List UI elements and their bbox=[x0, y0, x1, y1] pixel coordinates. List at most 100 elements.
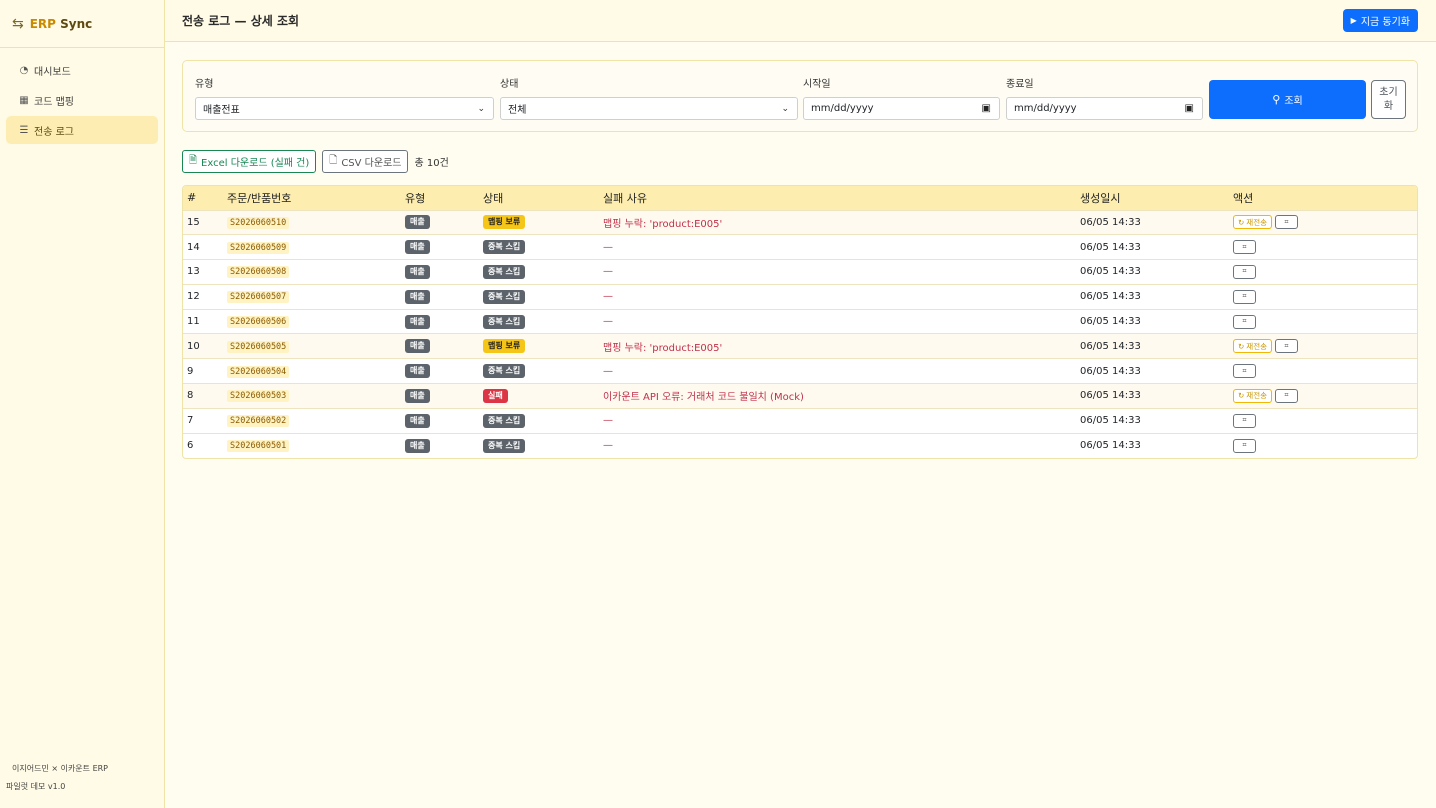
cell-order: S2026060508 bbox=[223, 260, 401, 285]
start-date-input[interactable]: mm/dd/yyyy ▣ bbox=[803, 97, 1000, 120]
search-icon: ⚲ bbox=[1272, 93, 1281, 106]
table-row: 11 S2026060506 매출 중복 스킵 — 06/05 14:33 ⌗ bbox=[183, 309, 1417, 334]
view-payload-button[interactable]: ⌗ bbox=[1233, 413, 1256, 428]
order-number: S2026060501 bbox=[227, 440, 290, 453]
calendar-icon[interactable]: ▣ bbox=[982, 103, 991, 114]
cell-reason: — bbox=[603, 415, 613, 427]
retry-label: 재전송 bbox=[1246, 391, 1267, 401]
column-header-id[interactable]: # bbox=[183, 186, 223, 210]
cell-status: 맵핑 보류 bbox=[479, 210, 599, 235]
row-actions: ⌗ bbox=[1233, 314, 1415, 329]
end-date-placeholder: mm/dd/yyyy bbox=[1014, 103, 1077, 114]
order-number: S2026060502 bbox=[227, 415, 290, 428]
view-payload-button[interactable]: ⌗ bbox=[1233, 314, 1256, 329]
table-row: 15 S2026060510 매출 맵핑 보류 맵핑 누락: 'product:E005… bbox=[183, 210, 1417, 235]
csv-download-button[interactable]: 🗋 CSV 다운로드 bbox=[322, 150, 409, 173]
cell-reason: 맵핑 누락: 'product:E005' bbox=[603, 218, 723, 230]
column-header-order[interactable]: 주문/반품번호 bbox=[223, 186, 401, 210]
cell-created: 06/05 14:33 bbox=[1080, 291, 1141, 303]
cell-reason: — bbox=[603, 266, 613, 278]
cell-created: 06/05 14:33 bbox=[1080, 241, 1141, 253]
status-badge: 맵핑 보류 bbox=[483, 339, 526, 354]
page-title: 전송 로그 — 상세 조회 bbox=[182, 14, 300, 28]
cell-created: 06/05 14:33 bbox=[1080, 440, 1141, 452]
code-icon: ⌗ bbox=[1242, 267, 1247, 276]
cell-type: 매출 bbox=[401, 235, 479, 260]
download-toolbar: 🗎 Excel 다운로드 (실패 건) 🗋 CSV 다운로드 총 10건 bbox=[182, 150, 449, 173]
cell-actions: ↻ 재전송 ⌗ bbox=[1229, 384, 1417, 409]
cell-status: 중복 스킵 bbox=[479, 408, 599, 433]
retry-button[interactable]: ↻ 재전송 bbox=[1233, 215, 1272, 230]
type-select-value: 매출전표 bbox=[203, 105, 240, 116]
view-payload-button[interactable]: ⌗ bbox=[1233, 264, 1256, 279]
refresh-icon: ↻ bbox=[1238, 391, 1245, 401]
status-badge: 중복 스킵 bbox=[483, 314, 526, 329]
file-excel-icon: 🗎 bbox=[189, 155, 198, 166]
view-payload-button[interactable]: ⌗ bbox=[1275, 388, 1298, 403]
sidebar-item-label: 대시보드 bbox=[34, 66, 71, 78]
order-number: S2026060507 bbox=[227, 291, 290, 304]
sidebar-item-dashboard[interactable]: ◔ 대시보드 bbox=[6, 56, 158, 84]
cell-created: 06/05 14:33 bbox=[1080, 415, 1141, 427]
cell-reason: — bbox=[603, 365, 613, 377]
row-actions: ⌗ bbox=[1233, 289, 1415, 304]
view-payload-button[interactable]: ⌗ bbox=[1275, 215, 1298, 230]
sidebar-item-transfer-log[interactable]: ☰ 전송 로그 bbox=[6, 116, 158, 144]
status-select[interactable]: 전체 ⌄ bbox=[500, 97, 798, 120]
cell-status: 중복 스킵 bbox=[479, 433, 599, 458]
arrows-swap-icon: ⇆ bbox=[12, 15, 24, 32]
code-icon: ⌗ bbox=[1242, 441, 1247, 450]
cell-created: 06/05 14:33 bbox=[1080, 365, 1141, 377]
search-button[interactable]: ⚲ 조회 bbox=[1209, 80, 1366, 119]
type-badge: 매출 bbox=[405, 314, 430, 329]
type-badge: 매출 bbox=[405, 364, 430, 379]
sidebar-item-code-mapping[interactable]: ▦ 코드 맵핑 bbox=[6, 86, 158, 114]
view-payload-button[interactable]: ⌗ bbox=[1275, 339, 1298, 354]
order-number: S2026060503 bbox=[227, 390, 290, 403]
cell-status: 맵핑 보류 bbox=[479, 334, 599, 359]
column-header-action[interactable]: 액션 bbox=[1229, 186, 1417, 210]
order-number: S2026060509 bbox=[227, 241, 290, 254]
cell-actions: ↻ 재전송 ⌗ bbox=[1229, 210, 1417, 235]
row-actions: ⌗ bbox=[1233, 240, 1415, 255]
cell-reason: — bbox=[603, 316, 613, 328]
table-row: 13 S2026060508 매출 중복 스킵 — 06/05 14:33 ⌗ bbox=[183, 259, 1417, 285]
retry-button[interactable]: ↻ 재전송 bbox=[1233, 388, 1272, 403]
cell-id: 7 bbox=[187, 415, 194, 427]
type-badge: 매출 bbox=[405, 438, 430, 453]
view-payload-button[interactable]: ⌗ bbox=[1233, 289, 1256, 304]
code-icon: ⌗ bbox=[1242, 317, 1247, 326]
sync-now-button[interactable]: ▶ 지금 동기화 bbox=[1342, 9, 1418, 32]
brand[interactable]: ⇆ ERP Sync bbox=[0, 0, 164, 48]
row-actions: ⌗ bbox=[1233, 438, 1415, 453]
retry-label: 재전송 bbox=[1246, 341, 1267, 351]
cell-id: 12 bbox=[187, 291, 200, 303]
column-header-status[interactable]: 상태 bbox=[479, 186, 599, 210]
calendar-icon[interactable]: ▣ bbox=[1185, 103, 1194, 114]
cell-order: S2026060501 bbox=[223, 433, 401, 458]
column-header-created[interactable]: 생성일시 bbox=[1076, 186, 1229, 210]
cell-created: 06/05 14:33 bbox=[1080, 266, 1141, 278]
cell-status: 중복 스킵 bbox=[479, 359, 599, 384]
retry-button[interactable]: ↻ 재전송 bbox=[1233, 339, 1272, 354]
type-badge: 매출 bbox=[405, 339, 430, 354]
view-payload-button[interactable]: ⌗ bbox=[1233, 364, 1256, 379]
view-payload-button[interactable]: ⌗ bbox=[1233, 240, 1256, 255]
excel-download-button[interactable]: 🗎 Excel 다운로드 (실패 건) bbox=[182, 150, 317, 173]
cell-status: 중복 스킵 bbox=[479, 309, 599, 334]
sidebar-nav: ◔ 대시보드 ▦ 코드 맵핑 ☰ 전송 로그 bbox=[0, 48, 164, 154]
cell-actions: ⌗ bbox=[1229, 309, 1417, 334]
refresh-icon: ↻ bbox=[1238, 217, 1245, 227]
column-header-type[interactable]: 유형 bbox=[401, 186, 479, 210]
view-payload-button[interactable]: ⌗ bbox=[1233, 438, 1256, 453]
column-header-reason[interactable]: 실패 사유 bbox=[599, 186, 1076, 210]
cell-id: 14 bbox=[187, 241, 200, 253]
reset-button[interactable]: 초기화 bbox=[1371, 80, 1406, 119]
cell-type: 매출 bbox=[401, 408, 479, 433]
cell-id: 13 bbox=[187, 266, 200, 278]
status-badge: 중복 스킵 bbox=[483, 438, 526, 453]
end-date-filter: 종료일 mm/dd/yyyy ▣ bbox=[1006, 75, 1203, 120]
end-date-input[interactable]: mm/dd/yyyy ▣ bbox=[1006, 97, 1203, 120]
end-date-label: 종료일 bbox=[1006, 79, 1034, 90]
type-select[interactable]: 매출전표 ⌄ bbox=[195, 97, 494, 120]
